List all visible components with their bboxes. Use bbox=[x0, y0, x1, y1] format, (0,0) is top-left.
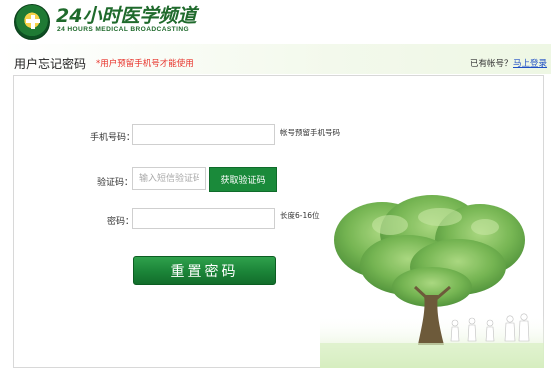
code-label: 验证码： bbox=[97, 178, 134, 188]
have-account-text: 已有帐号？ bbox=[470, 59, 513, 69]
reset-password-button[interactable]: 重置密码 bbox=[133, 256, 276, 285]
phone-input[interactable] bbox=[132, 124, 275, 145]
login-link[interactable]: 马上登录 bbox=[513, 57, 547, 69]
sms-code-input[interactable] bbox=[132, 167, 206, 190]
phone-notice: *用户预留手机号才能使用 bbox=[96, 59, 194, 69]
phone-hint: 帐号预留手机号码 bbox=[280, 128, 340, 137]
logo-badge-icon[interactable] bbox=[14, 4, 50, 40]
phone-label: 手机号码： bbox=[90, 133, 136, 143]
get-code-button[interactable]: 获取验证码 bbox=[209, 167, 277, 192]
page-title: 用户忘记密码 bbox=[14, 57, 87, 71]
tree-illustration bbox=[320, 195, 544, 368]
password-label: 密码： bbox=[107, 217, 135, 227]
logo-subtitle: 24 HOURS MEDICAL BROADCASTING bbox=[57, 26, 190, 33]
password-hint: 长度6-16位 bbox=[280, 211, 320, 220]
site-header: 24小时医学频道 24 HOURS MEDICAL BROADCASTING bbox=[0, 0, 551, 44]
logo-title[interactable]: 24小时医学频道 bbox=[56, 5, 196, 27]
password-input[interactable] bbox=[132, 208, 275, 229]
